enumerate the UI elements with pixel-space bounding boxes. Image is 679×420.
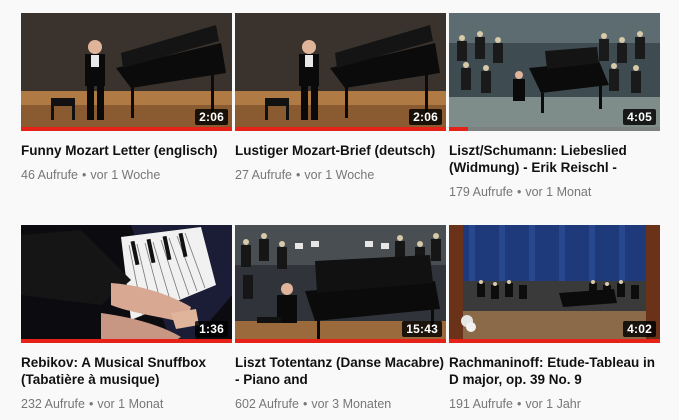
- video-duration: 2:06: [409, 109, 442, 125]
- video-card[interactable]: 15:43 Liszt Totentanz (Danse Macabre) - …: [235, 225, 446, 412]
- upload-age: vor 1 Monat: [525, 185, 592, 199]
- upload-age: vor 1 Monat: [97, 397, 164, 411]
- video-thumbnail[interactable]: 1:36: [21, 225, 232, 343]
- meta-separator: •: [516, 185, 522, 199]
- video-title[interactable]: Rachmaninoff: Etude-Tableau in D major, …: [449, 354, 660, 388]
- watch-progress-bar: [449, 127, 660, 131]
- meta-separator: •: [88, 397, 94, 411]
- view-count: 191 Aufrufe: [449, 397, 513, 411]
- video-card[interactable]: 2:06 Lustiger Mozart-Brief (deutsch) 27 …: [235, 13, 446, 183]
- video-grid: 2:06 Funny Mozart Letter (englisch) 46 A…: [0, 0, 679, 420]
- upload-age: vor 1 Woche: [304, 168, 375, 182]
- video-card[interactable]: 4:02 Rachmaninoff: Etude-Tableau in D ma…: [449, 225, 660, 412]
- video-thumbnail[interactable]: 2:06: [235, 13, 446, 131]
- upload-age: vor 1 Jahr: [525, 397, 581, 411]
- watch-progress-bar: [449, 339, 660, 343]
- video-thumbnail[interactable]: 2:06: [21, 13, 232, 131]
- meta-separator: •: [516, 397, 522, 411]
- video-thumbnail[interactable]: 4:05: [449, 13, 660, 131]
- video-duration: 4:05: [623, 109, 656, 125]
- video-duration: 4:02: [623, 321, 656, 337]
- watch-progress-bar: [21, 127, 232, 131]
- watch-progress-bar: [21, 339, 232, 343]
- meta-separator: •: [82, 168, 87, 182]
- video-title[interactable]: Lustiger Mozart-Brief (deutsch): [235, 142, 446, 159]
- view-count: 46 Aufrufe: [21, 168, 78, 182]
- video-title[interactable]: Liszt Totentanz (Danse Macabre) - Piano …: [235, 354, 446, 388]
- video-title[interactable]: Liszt/Schumann: Liebeslied (Widmung) - E…: [449, 142, 660, 176]
- video-title[interactable]: Rebikov: A Musical Snuffbox (Tabatière à…: [21, 354, 232, 388]
- view-count: 179 Aufrufe: [449, 185, 513, 199]
- video-card[interactable]: 1:36 Rebikov: A Musical Snuffbox (Tabati…: [21, 225, 232, 412]
- watch-progress-fill: [235, 127, 446, 131]
- view-count: 602 Aufrufe: [235, 397, 299, 411]
- video-meta: 46 Aufrufe • vor 1 Woche: [21, 167, 232, 183]
- video-duration: 15:43: [402, 321, 442, 337]
- watch-progress-bar: [235, 127, 446, 131]
- video-duration: 1:36: [195, 321, 228, 337]
- video-thumbnail[interactable]: 15:43: [235, 225, 446, 343]
- video-meta: 191 Aufrufe • vor 1 Jahr: [449, 396, 660, 412]
- video-card[interactable]: 4:05 Liszt/Schumann: Liebeslied (Widmung…: [449, 13, 660, 200]
- upload-age: vor 1 Woche: [90, 168, 161, 182]
- watch-progress-bar: [235, 339, 446, 343]
- watch-progress-fill: [21, 127, 232, 131]
- video-meta: 602 Aufrufe • vor 3 Monaten: [235, 396, 446, 412]
- video-duration: 2:06: [195, 109, 228, 125]
- view-count: 27 Aufrufe: [235, 168, 292, 182]
- video-card[interactable]: 2:06 Funny Mozart Letter (englisch) 46 A…: [21, 13, 232, 183]
- upload-age: vor 3 Monaten: [311, 397, 392, 411]
- meta-separator: •: [302, 397, 308, 411]
- watch-progress-fill: [235, 339, 446, 343]
- meta-separator: •: [296, 168, 301, 182]
- watch-progress-fill: [449, 339, 660, 343]
- video-title[interactable]: Funny Mozart Letter (englisch): [21, 142, 232, 159]
- video-thumbnail[interactable]: 4:02: [449, 225, 660, 343]
- video-meta: 232 Aufrufe • vor 1 Monat: [21, 396, 232, 412]
- view-count: 232 Aufrufe: [21, 397, 85, 411]
- video-meta: 27 Aufrufe • vor 1 Woche: [235, 167, 446, 183]
- video-meta: 179 Aufrufe • vor 1 Monat: [449, 184, 660, 200]
- watch-progress-fill: [449, 127, 468, 131]
- watch-progress-fill: [21, 339, 232, 343]
